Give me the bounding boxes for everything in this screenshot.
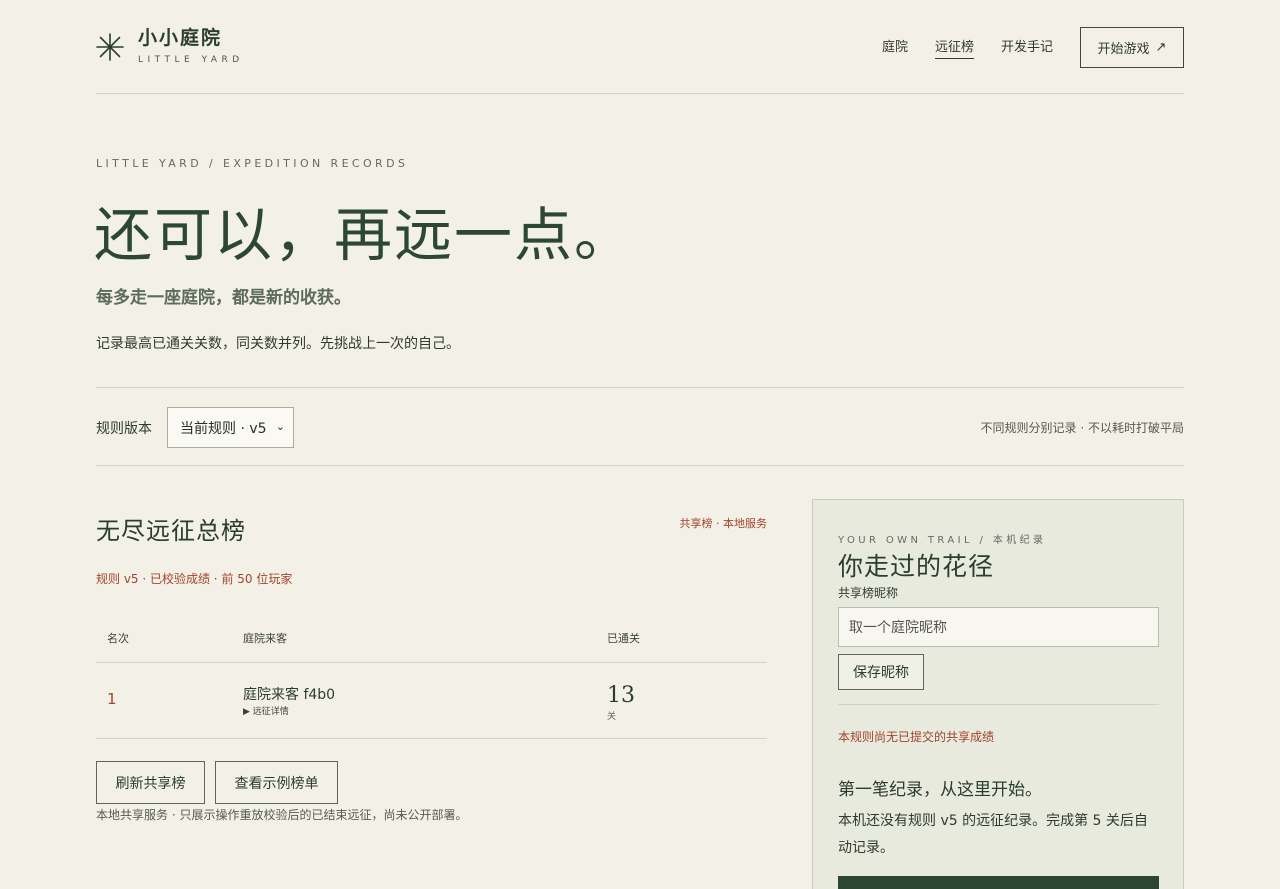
asterisk-flower-icon	[96, 33, 124, 61]
panel-divider	[838, 704, 1159, 705]
brand-name: 小小庭院	[138, 27, 223, 49]
nickname-input[interactable]: 取一个庭院昵称	[838, 607, 1159, 647]
nickname-label: 共享榜昵称	[838, 586, 899, 600]
page: 小小庭院 LITTLE YARD 庭院 远征榜 开发手记 开始游戏 ↗ LITT…	[94, 0, 1184, 889]
table-header: 名次 庭院来客 已通关	[96, 613, 767, 663]
cleared-count-cell: 13	[607, 683, 635, 708]
leaderboard: 无尽远征总榜 共享榜 · 本地服务 规则 v5 · 已校验成绩 · 前 50 位…	[96, 500, 767, 823]
logo[interactable]: 小小庭院 LITTLE YARD	[96, 26, 244, 65]
chevron-down-icon: ⌄	[275, 420, 285, 433]
refresh-board-button[interactable]: 刷新共享榜	[96, 761, 205, 804]
no-shared-scores-notice: 本规则尚无已提交的共享成绩	[838, 730, 995, 744]
page-title: 还可以，再远一点。	[94, 201, 635, 269]
leaderboard-meta: 规则 v5 · 已校验成绩 · 前 50 位玩家	[96, 572, 293, 586]
main-nav: 庭院 远征榜 开发手记 开始游戏 ↗	[882, 27, 1184, 68]
start-game-button[interactable]: 开始游戏 ↗	[1080, 27, 1184, 68]
first-record-heading: 第一笔纪录，从这里开始。	[838, 780, 1042, 800]
leaderboard-tag: 共享榜 · 本地服务	[679, 517, 768, 530]
arrow-up-right-icon: ↗	[1155, 40, 1167, 55]
rank-cell: 1	[107, 690, 117, 708]
expedition-details-toggle[interactable]: ▶ 远征详情	[243, 704, 289, 717]
leaderboard-title: 无尽远征总榜	[96, 517, 246, 545]
leaderboard-footnote: 本地共享服务 · 只展示操作重放校验后的已结束远征，尚未公开部署。	[96, 808, 468, 822]
nav-link-yard[interactable]: 庭院	[882, 28, 908, 68]
guest-name-cell: 庭院来客 f4b0	[243, 687, 336, 703]
panel-title: 你走过的花径	[838, 552, 995, 581]
save-nickname-button[interactable]: 保存昵称	[838, 654, 924, 690]
nav-link-dev-notes[interactable]: 开发手记	[1001, 28, 1053, 68]
page-subtitle: 每多走一座庭院，都是新的收获。	[96, 288, 351, 308]
leaderboard-actions: 刷新共享榜 查看示例榜单	[96, 761, 767, 804]
brand-subtitle: LITTLE YARD	[138, 55, 244, 65]
column-header-rank: 名次	[107, 632, 129, 645]
cleared-unit: 关	[607, 712, 617, 722]
rule-version-bar: 规则版本 当前规则 · v5 ⌄ 不同规则分别记录 · 不以耗时打破平局	[96, 387, 1184, 466]
leaderboard-table: 名次 庭院来客 已通关 1 庭院来客 f4b0 ▶ 远征详情 13 关	[96, 613, 767, 739]
column-header-guest: 庭院来客	[243, 632, 287, 645]
site-header: 小小庭院 LITTLE YARD 庭院 远征榜 开发手记 开始游戏 ↗	[96, 0, 1184, 94]
first-record-body: 本机还没有规则 v5 的远征纪录。完成第 5 关后自动记录。	[838, 813, 1148, 856]
rule-version-select[interactable]: 当前规则 · v5 ⌄	[167, 407, 294, 448]
rule-version-note: 不同规则分别记录 · 不以耗时打破平局	[980, 421, 1184, 435]
table-row: 1 庭院来客 f4b0 ▶ 远征详情 13 关	[96, 663, 767, 739]
panel-eyebrow: YOUR OWN TRAIL / 本机纪录	[838, 535, 1047, 546]
column-header-cleared: 已通关	[607, 632, 640, 645]
view-sample-board-button[interactable]: 查看示例榜单	[215, 761, 338, 804]
nav-link-expedition-board[interactable]: 远征榜	[934, 28, 974, 68]
breadcrumb: LITTLE YARD / EXPEDITION RECORDS	[96, 157, 409, 170]
rule-version-label: 规则版本	[96, 421, 152, 437]
own-trail-panel: YOUR OWN TRAIL / 本机纪录 你走过的花径 共享榜昵称 取一个庭院…	[812, 499, 1184, 889]
page-description: 记录最高已通关关数，同关数并列。先挑战上一次的自己。	[96, 336, 460, 352]
panel-action-button[interactable]	[838, 876, 1159, 889]
